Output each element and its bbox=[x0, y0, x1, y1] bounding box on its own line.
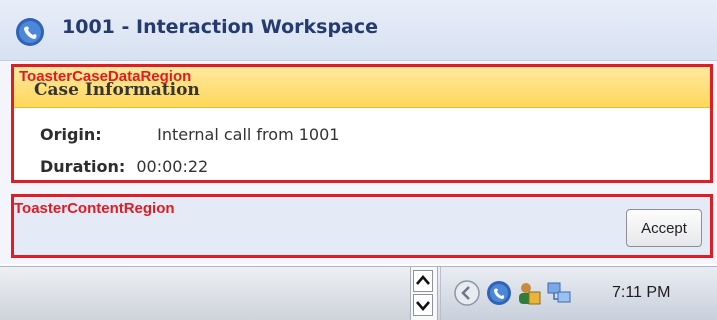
taskbar-clock[interactable]: 7:11 PM bbox=[612, 284, 670, 302]
chevron-up-icon bbox=[416, 275, 430, 285]
origin-row: Origin: Internal call from 1001 bbox=[40, 125, 339, 144]
toaster-case-data-region: Case Information ToasterCaseDataRegion O… bbox=[11, 64, 713, 183]
system-tray bbox=[440, 267, 717, 320]
toaster-content-region: ToasterContentRegion Accept bbox=[11, 194, 713, 258]
region-annotation-label: ToasterContentRegion bbox=[14, 200, 175, 217]
interaction-workspace-icon[interactable] bbox=[485, 279, 513, 307]
taskbar: 7:11 PM bbox=[0, 266, 717, 320]
scroll-down-button[interactable] bbox=[413, 294, 433, 316]
duration-label: Duration: bbox=[40, 157, 126, 176]
duration-value: 00:00:22 bbox=[136, 157, 209, 176]
users-icon[interactable] bbox=[515, 279, 543, 307]
back-arrow-icon[interactable] bbox=[453, 279, 481, 307]
region-annotation-label: ToasterCaseDataRegion bbox=[19, 68, 192, 85]
chevron-down-icon bbox=[416, 301, 430, 311]
scroll-up-button[interactable] bbox=[413, 270, 433, 292]
origin-label: Origin: bbox=[40, 125, 102, 144]
duration-row: Duration: 00:00:22 bbox=[40, 157, 208, 176]
taskbar-scroll bbox=[410, 267, 438, 320]
toaster-window: 1001 - Interaction Workspace Case Inform… bbox=[0, 0, 717, 264]
origin-value: Internal call from 1001 bbox=[157, 125, 340, 144]
network-icon[interactable] bbox=[545, 279, 573, 307]
title-bar[interactable]: 1001 - Interaction Workspace bbox=[0, 0, 717, 61]
interaction-workspace-icon bbox=[16, 18, 44, 46]
window-title: 1001 - Interaction Workspace bbox=[62, 16, 379, 38]
accept-button[interactable]: Accept bbox=[626, 209, 702, 247]
